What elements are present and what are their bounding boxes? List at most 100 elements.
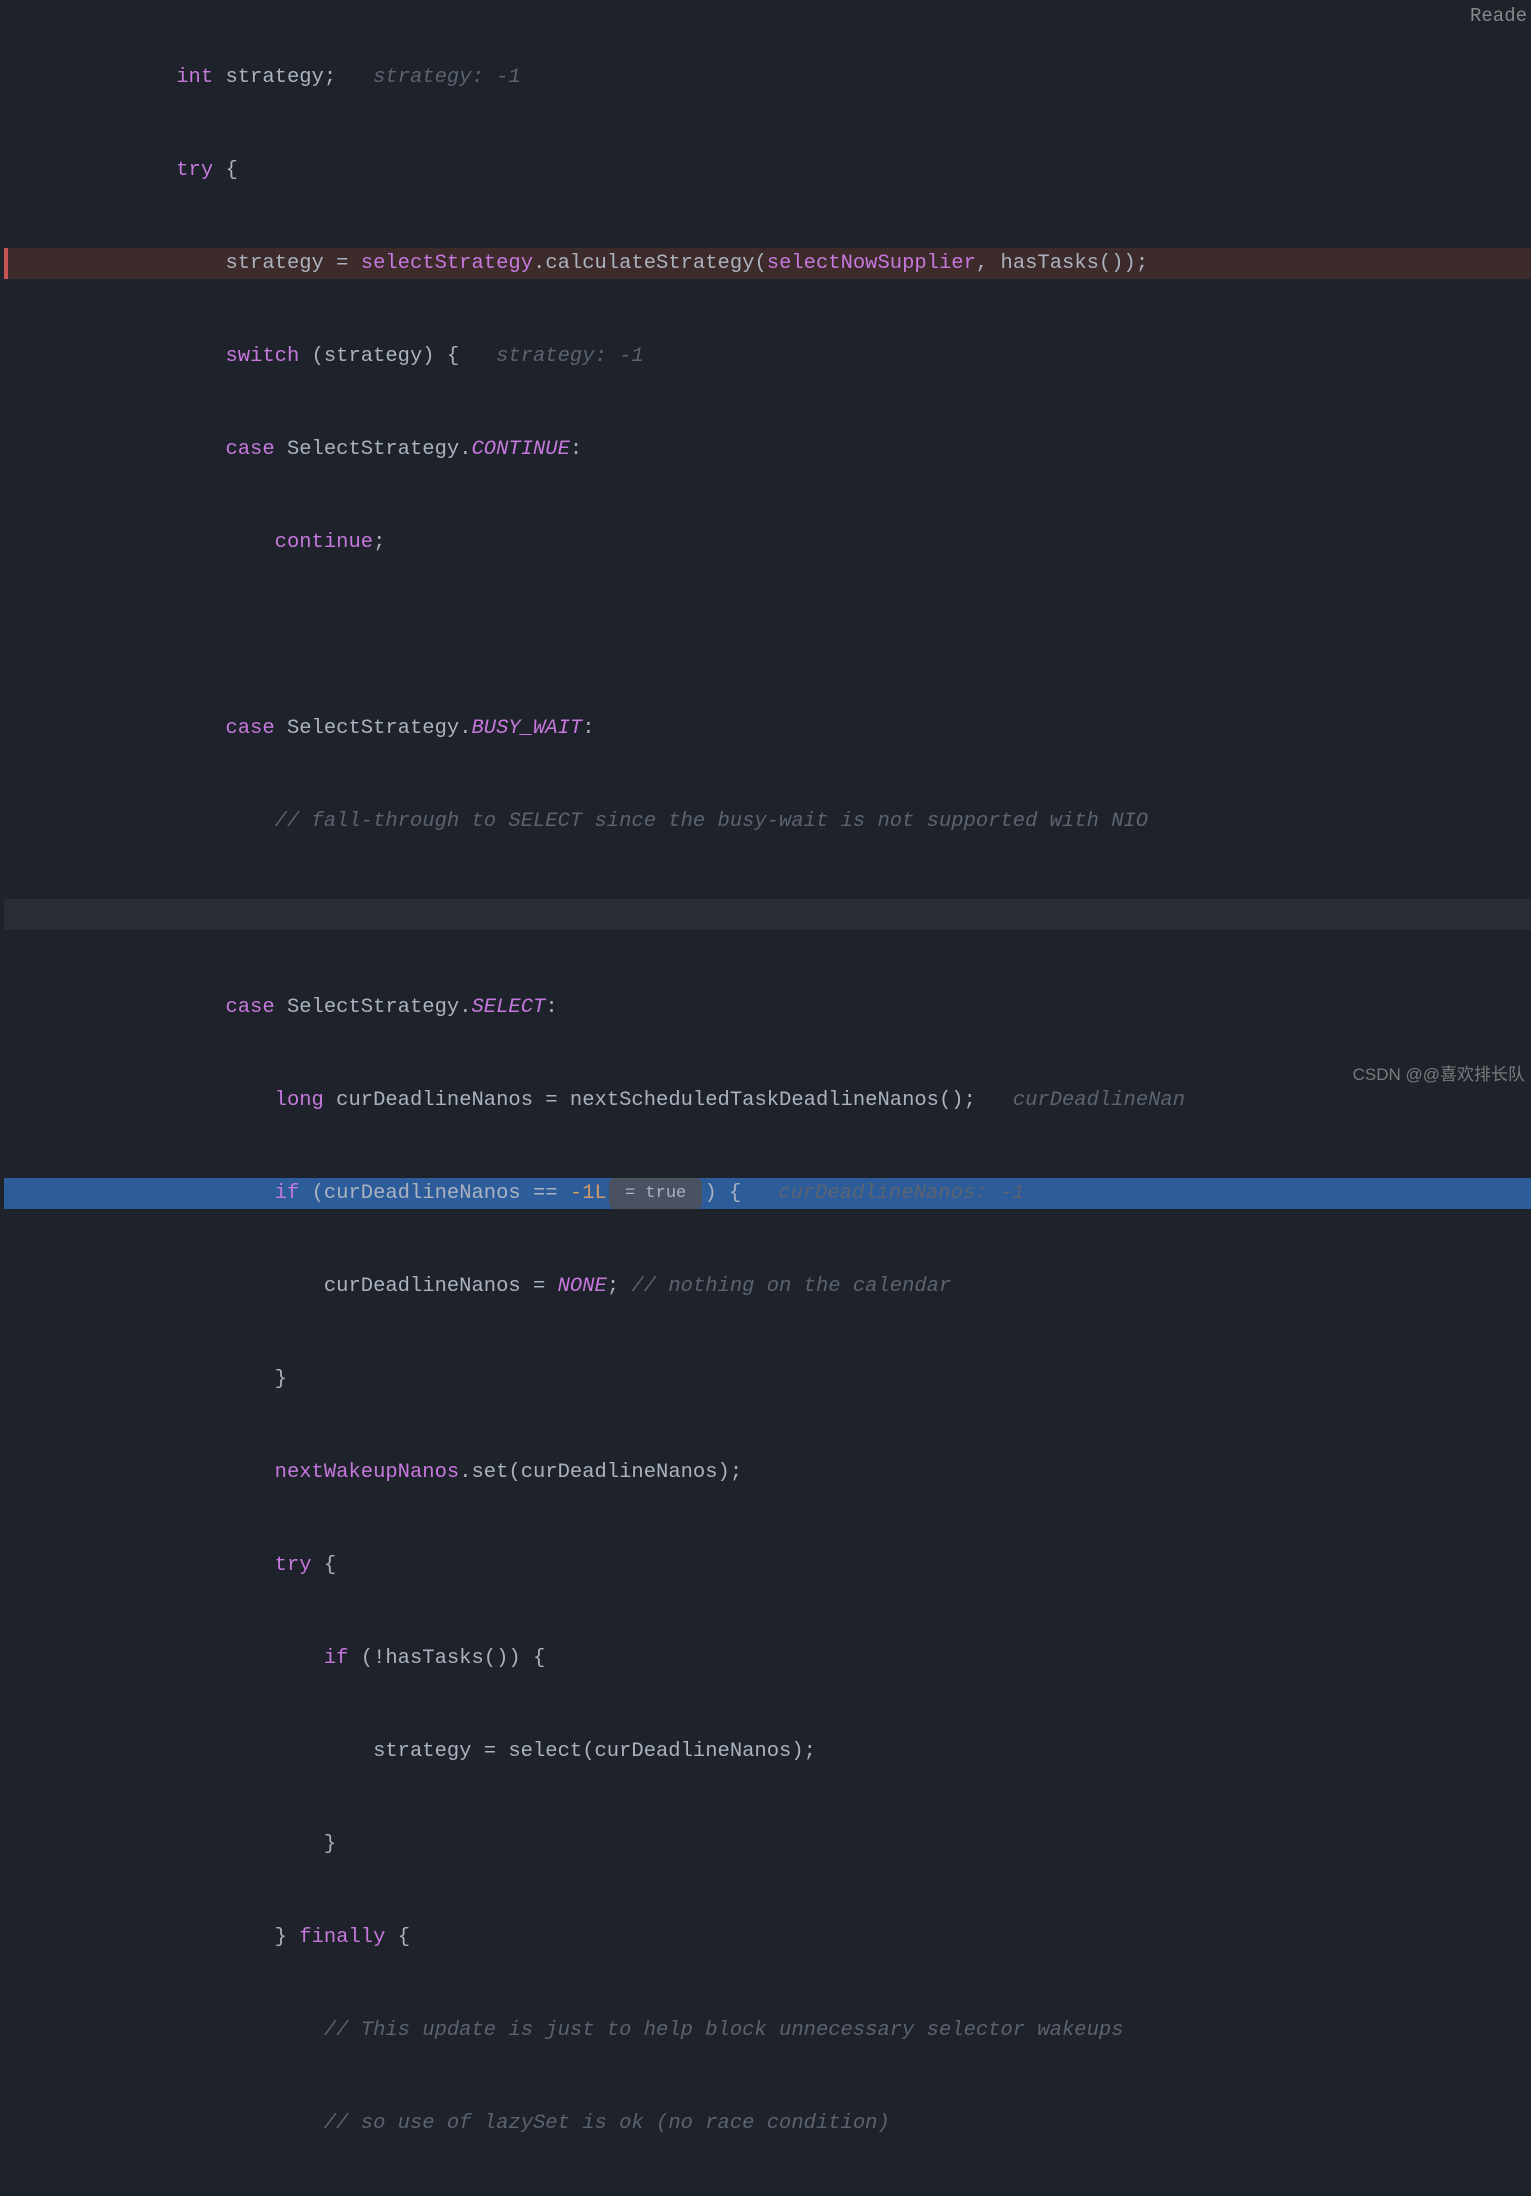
code-line[interactable]: nextWakeupNanos.set(curDeadlineNanos); — [4, 1457, 1531, 1488]
code-line[interactable]: case SelectStrategy.SELECT: — [4, 992, 1531, 1023]
code-line[interactable]: try { — [4, 155, 1531, 186]
method-call: calculateStrategy — [545, 248, 754, 279]
code-line-modified[interactable]: strategy = selectStrategy.calculateStrat… — [4, 248, 1531, 279]
indent — [4, 1271, 324, 1302]
comment: // fall-through to SELECT since the busy… — [275, 806, 1148, 837]
field-ref: nextWakeupNanos — [275, 1457, 460, 1488]
code-line[interactable]: long curDeadlineNanos = nextScheduledTas… — [4, 1085, 1531, 1116]
indent — [4, 1178, 275, 1209]
code-line-blank[interactable] — [4, 620, 1531, 651]
inline-hint: curDeadlineNanos: -1 — [778, 1178, 1024, 1209]
arg: selectNowSupplier — [767, 248, 976, 279]
colon: : — [582, 713, 594, 744]
expr: ) { — [704, 1178, 778, 1209]
constant: NONE — [558, 1271, 607, 1302]
rest: (!hasTasks()) { — [348, 1643, 545, 1674]
comma: , — [976, 248, 1001, 279]
brace: } — [275, 1364, 287, 1395]
keyword-if: if — [275, 1178, 300, 1209]
indent — [4, 248, 225, 279]
field-ref: selectStrategy — [361, 248, 533, 279]
inline-hint: strategy: -1 — [373, 62, 521, 93]
comment: // nothing on the calendar — [631, 1271, 951, 1302]
indent — [4, 527, 275, 558]
indent — [4, 1922, 275, 1953]
keyword-case: case — [225, 713, 274, 744]
constant: SELECT — [472, 992, 546, 1023]
keyword-case: case — [225, 434, 274, 465]
code-line[interactable]: if (!hasTasks()) { — [4, 1643, 1531, 1674]
indent — [4, 1364, 275, 1395]
number-literal: -1L — [570, 1178, 607, 1209]
code-line[interactable]: } — [4, 1364, 1531, 1395]
indent — [4, 62, 176, 93]
identifier: strategy — [213, 62, 324, 93]
method-call: set — [472, 1457, 509, 1488]
class-ref: SelectStrategy — [275, 713, 460, 744]
code-editor[interactable]: int strategy; strategy: -1 try { strateg… — [0, 0, 1531, 2196]
brace: { — [213, 155, 238, 186]
code-line[interactable]: // fall-through to SELECT since the busy… — [4, 806, 1531, 837]
args: (curDeadlineNanos); — [508, 1457, 742, 1488]
inline-hint: curDeadlineNan — [1013, 1085, 1185, 1116]
indent — [4, 2108, 324, 2139]
indent — [4, 713, 225, 744]
indent — [4, 1736, 373, 1767]
brace: } — [324, 1829, 336, 1860]
code-line[interactable]: // This update is just to help block unn… — [4, 2015, 1531, 2046]
colon: : — [545, 992, 557, 1023]
rest: (strategy) { — [299, 341, 496, 372]
code-line[interactable]: case SelectStrategy.BUSY_WAIT: — [4, 713, 1531, 744]
code-line[interactable]: strategy = select(curDeadlineNanos); — [4, 1736, 1531, 1767]
keyword-continue: continue — [275, 527, 373, 558]
indent — [4, 155, 176, 186]
code-line[interactable]: } finally { — [4, 1922, 1531, 1953]
code-line[interactable]: continue; — [4, 527, 1531, 558]
code-line-debug-current[interactable]: if (curDeadlineNanos == -1L = true ) { c… — [4, 1178, 1531, 1209]
constant: BUSY_WAIT — [472, 713, 583, 744]
dot: . — [533, 248, 545, 279]
inline-hint: strategy: -1 — [496, 341, 644, 372]
keyword-try: try — [275, 1550, 312, 1581]
brace: } — [275, 1922, 300, 1953]
indent — [4, 1643, 324, 1674]
indent — [4, 341, 225, 372]
indent — [4, 434, 225, 465]
keyword-switch: switch — [225, 341, 299, 372]
dot: . — [459, 434, 471, 465]
punct: ; — [324, 62, 373, 93]
code-line[interactable]: } — [4, 1829, 1531, 1860]
modified-marker-icon — [4, 248, 8, 279]
indent — [4, 806, 275, 837]
dot: . — [459, 992, 471, 1023]
semi: ; — [373, 527, 385, 558]
semi: ; — [607, 1271, 632, 1302]
code-line[interactable]: curDeadlineNanos = NONE; // nothing on t… — [4, 1271, 1531, 1302]
constant: CONTINUE — [472, 434, 570, 465]
code-line[interactable]: case SelectStrategy.CONTINUE: — [4, 434, 1531, 465]
class-ref: SelectStrategy — [275, 992, 460, 1023]
comment: // so use of lazySet is ok (no race cond… — [324, 2108, 890, 2139]
code-line[interactable]: try { — [4, 1550, 1531, 1581]
keyword-case: case — [225, 992, 274, 1023]
indent — [4, 1085, 275, 1116]
code-line-blank[interactable] — [4, 899, 1531, 930]
paren: ( — [754, 248, 766, 279]
keyword-long: long — [275, 1085, 324, 1116]
indent — [4, 1829, 324, 1860]
lhs: curDeadlineNanos = — [324, 1271, 558, 1302]
code-line[interactable]: switch (strategy) { strategy: -1 — [4, 341, 1531, 372]
keyword-int: int — [176, 62, 213, 93]
keyword-finally: finally — [299, 1922, 385, 1953]
indent — [4, 1457, 275, 1488]
paren: ); — [1124, 248, 1149, 279]
dot: . — [459, 713, 471, 744]
dot: . — [459, 1457, 471, 1488]
brace: { — [385, 1922, 410, 1953]
debug-eval-badge: = true — [609, 1178, 703, 1209]
indent — [4, 2015, 324, 2046]
rest: curDeadlineNanos = nextScheduledTaskDead… — [324, 1085, 1013, 1116]
code-line[interactable]: // so use of lazySet is ok (no race cond… — [4, 2108, 1531, 2139]
code-line[interactable]: int strategy; strategy: -1 — [4, 62, 1531, 93]
indent — [4, 1550, 275, 1581]
